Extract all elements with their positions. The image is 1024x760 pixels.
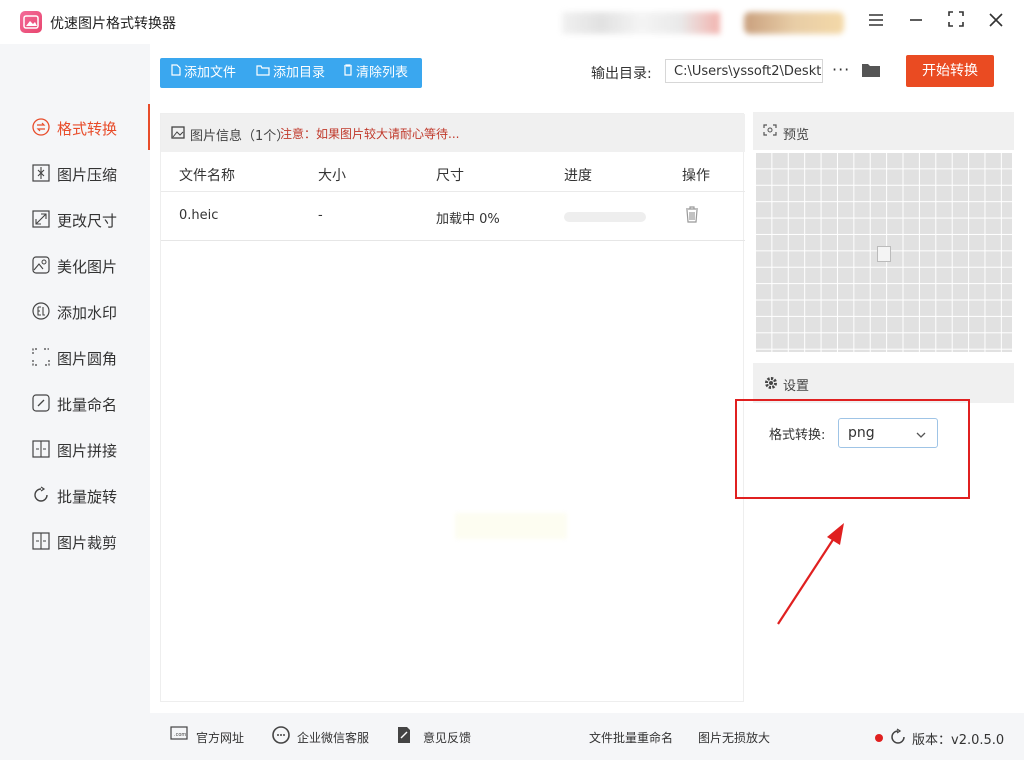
sidebar-item-label: 批量旋转 — [57, 488, 118, 506]
output-dir-field[interactable]: C:\Users\yssoft2\Desktop — [665, 59, 823, 83]
refresh-icon[interactable] — [889, 728, 907, 750]
image-icon — [171, 126, 185, 143]
feedback-link[interactable]: 意见反馈 — [398, 727, 472, 746]
sidebar-item-label: 批量命名 — [57, 396, 118, 414]
wechat-service-link[interactable]: 企业微信客服 — [272, 726, 370, 746]
add-file-button[interactable]: 添加文件 — [171, 58, 236, 88]
sidebar-item-label: 添加水印 — [57, 304, 118, 322]
rename-icon — [32, 394, 50, 412]
delete-row-icon[interactable] — [685, 205, 699, 227]
blurred-account-info — [562, 12, 720, 34]
open-folder-icon[interactable] — [861, 62, 881, 82]
wechat-service-label: 企业微信客服 — [297, 731, 370, 745]
add-file-label: 添加文件 — [184, 65, 237, 81]
file-toolbar: 添加文件 添加目录 清除列表 — [160, 58, 422, 88]
column-header-filename: 文件名称 — [179, 168, 235, 184]
crop-icon — [32, 532, 50, 550]
feedback-icon — [397, 726, 411, 747]
annotation-arrow — [777, 523, 844, 625]
sidebar: 格式转换 图片压缩 更改尺寸 美化图片 添加水印 图片圆角 批量命名 图片拼接 … — [0, 44, 150, 760]
watermark-icon — [32, 302, 50, 320]
gear-icon — [764, 376, 778, 394]
official-website-label: 官方网址 — [196, 731, 245, 745]
format-convert-icon — [32, 118, 50, 136]
sidebar-item-format-convert[interactable]: 格式转换 — [0, 104, 150, 150]
clear-list-label: 清除列表 — [356, 65, 409, 81]
clear-list-button[interactable]: 清除列表 — [343, 58, 408, 88]
row-size: - — [318, 208, 323, 223]
resize-icon — [32, 210, 50, 228]
chat-icon — [271, 726, 291, 747]
folder-outline-icon — [256, 58, 270, 88]
sidebar-item-rename[interactable]: 批量命名 — [0, 380, 150, 426]
highlight-box — [735, 399, 970, 499]
sidebar-item-label: 图片裁剪 — [57, 534, 118, 552]
website-icon: .com — [170, 726, 188, 743]
minimize-icon[interactable] — [903, 10, 929, 34]
browse-more-button[interactable]: ··· — [832, 60, 850, 79]
version-text: 版本：v2.0.5.0 — [912, 733, 1005, 748]
lossless-zoom-link[interactable]: 图片无损放大 — [698, 729, 770, 746]
app-title: 优速图片格式转换器 — [50, 16, 176, 32]
preview-icon — [763, 124, 777, 140]
rotate-icon — [32, 486, 50, 504]
sidebar-item-label: 图片拼接 — [57, 442, 118, 460]
column-header-progress: 进度 — [564, 168, 592, 184]
column-header-size: 大小 — [318, 168, 346, 184]
trash-icon — [343, 58, 353, 88]
file-list-header: 图片信息（1个） 注意：如果图片较大请耐心等待... — [161, 114, 745, 152]
sidebar-item-rotate[interactable]: 批量旋转 — [0, 472, 150, 518]
start-convert-button[interactable]: 开始转换 — [906, 55, 994, 87]
sidebar-item-label: 更改尺寸 — [57, 212, 118, 230]
maximize-icon[interactable] — [943, 10, 969, 34]
settings-header: 设置 — [753, 363, 1014, 403]
sidebar-item-label: 美化图片 — [57, 258, 118, 276]
sidebar-item-resize[interactable]: 更改尺寸 — [0, 196, 150, 242]
sidebar-item-round-corner[interactable]: 图片圆角 — [0, 334, 150, 380]
add-folder-button[interactable]: 添加目录 — [256, 58, 325, 88]
sidebar-item-crop[interactable]: 图片裁剪 — [0, 518, 150, 564]
batch-rename-link[interactable]: 文件批量重命名 — [589, 729, 673, 746]
compress-icon — [32, 164, 50, 182]
row-progress-bar — [564, 212, 646, 222]
sidebar-item-label: 图片圆角 — [57, 350, 118, 368]
header-divider — [161, 191, 745, 192]
settings-title: 设置 — [783, 379, 810, 394]
sidebar-item-label: 图片压缩 — [57, 166, 118, 184]
sidebar-item-stitch[interactable]: 图片拼接 — [0, 426, 150, 472]
column-header-dimension: 尺寸 — [436, 168, 464, 184]
official-website-link[interactable]: .com 官方网址 — [170, 726, 245, 746]
file-list-panel: 图片信息（1个） 注意：如果图片较大请耐心等待... 文件名称 大小 尺寸 进度… — [160, 113, 745, 702]
menu-icon[interactable] — [863, 10, 889, 34]
beautify-icon — [32, 256, 50, 274]
row-divider — [161, 240, 745, 241]
image-info-title: 图片信息（1个） — [190, 129, 290, 144]
svg-text:.com: .com — [174, 732, 186, 738]
row-dimension: 加载中 0% — [436, 212, 500, 227]
sidebar-item-beautify[interactable]: 美化图片 — [0, 242, 150, 288]
faint-artifact — [455, 513, 567, 539]
sidebar-item-label: 格式转换 — [57, 120, 118, 138]
preview-header: 预览 — [753, 112, 1014, 150]
column-header-action: 操作 — [682, 168, 710, 184]
status-dot — [875, 734, 883, 742]
broken-image-icon — [877, 246, 891, 262]
close-icon[interactable] — [983, 10, 1009, 34]
sidebar-item-watermark[interactable]: 添加水印 — [0, 288, 150, 334]
blurred-avatar — [744, 12, 844, 34]
notice-text: 注意：如果图片较大请耐心等待... — [280, 127, 460, 141]
title-bar: 优速图片格式转换器 — [0, 0, 1024, 44]
file-icon — [171, 58, 181, 88]
add-folder-label: 添加目录 — [273, 65, 326, 81]
app-logo — [20, 11, 42, 33]
preview-title: 预览 — [783, 128, 810, 143]
round-corner-icon — [32, 348, 50, 366]
row-filename: 0.heic — [179, 208, 219, 223]
feedback-label: 意见反馈 — [423, 731, 472, 745]
stitch-icon — [32, 440, 50, 458]
output-dir-label: 输出目录: — [591, 66, 652, 82]
sidebar-item-compress[interactable]: 图片压缩 — [0, 150, 150, 196]
